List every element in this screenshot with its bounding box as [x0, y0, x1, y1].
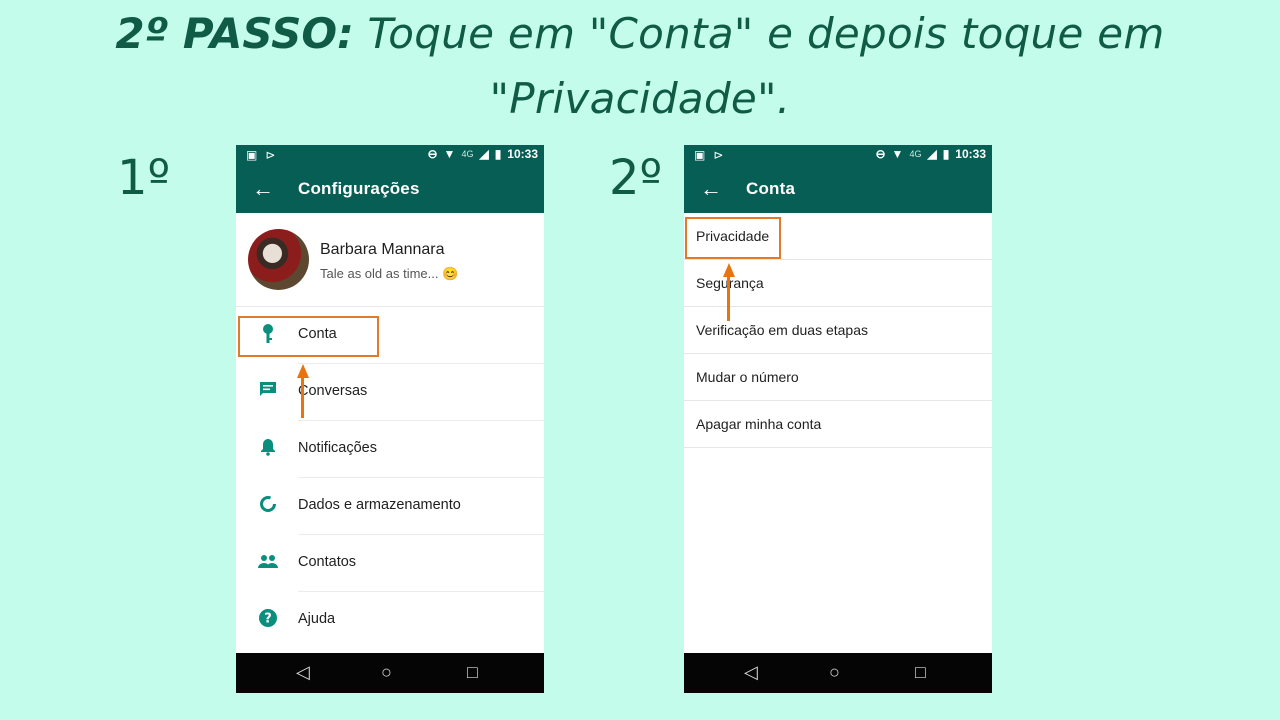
nav-home-icon[interactable]: ○ — [381, 661, 392, 683]
wifi-icon: ▼ — [443, 147, 456, 161]
instruction-text: Toque em "Conta" e depois toque em — [353, 9, 1165, 58]
account-item-apagar-conta[interactable]: Apagar minha conta — [684, 401, 992, 448]
profile-name: Barbara Mannara — [320, 241, 445, 258]
page-title: Conta — [746, 179, 796, 198]
help-icon: ? — [258, 609, 278, 629]
people-icon — [258, 552, 278, 572]
bell-icon — [258, 438, 278, 458]
nav-home-icon[interactable]: ○ — [829, 661, 840, 683]
app-bar: ← Conta — [684, 165, 992, 213]
wifi-icon: ▼ — [891, 147, 904, 161]
arrow-shaft — [301, 376, 304, 418]
settings-item-label: Conversas — [298, 383, 368, 399]
settings-item-dados[interactable]: Dados e armazenamento — [236, 478, 544, 535]
profile-row[interactable]: Barbara Mannara Tale as old as time... 😊 — [236, 215, 544, 307]
instruction-line-1: 2º PASSO: Toque em "Conta" e depois toqu… — [0, 6, 1280, 62]
dnd-icon: ⊖ — [427, 147, 438, 161]
settings-item-label: Ajuda — [298, 611, 336, 627]
profile-status: Tale as old as time... 😊 — [320, 266, 459, 281]
chat-icon — [258, 381, 278, 401]
battery-icon: ▮ — [494, 147, 502, 161]
battery-icon: ▮ — [942, 147, 950, 161]
clock: 10:33 — [507, 147, 538, 161]
settings-item-contatos[interactable]: Contatos — [236, 535, 544, 592]
data-usage-icon — [258, 495, 278, 515]
step-number-2: 2º — [609, 150, 663, 206]
dnd-icon: ⊖ — [875, 147, 886, 161]
back-arrow-icon[interactable]: ← — [700, 175, 722, 203]
account-item-mudar-numero[interactable]: Mudar o número — [684, 354, 992, 401]
account-item-label: Apagar minha conta — [696, 416, 822, 432]
status-bar: ▣ ⊳ ⊖ ▼ 4G ◢ ▮ 10:33 — [684, 145, 992, 165]
nav-back-icon[interactable]: ◁ — [744, 661, 758, 683]
avatar — [248, 229, 309, 290]
nav-recents-icon[interactable]: □ — [915, 661, 926, 683]
instruction-line-2: "Privacidade". — [0, 71, 1280, 127]
navigation-bar: ◁ ○ □ — [684, 653, 992, 693]
settings-item-ajuda[interactable]: ? Ajuda — [236, 592, 544, 649]
signal-icon: ◢ — [479, 147, 489, 161]
settings-item-label: Dados e armazenamento — [298, 497, 461, 513]
nav-recents-icon[interactable]: □ — [467, 661, 478, 683]
navigation-bar: ◁ ○ □ — [236, 653, 544, 693]
phone-screen-settings: ▣ ⊳ ⊖ ▼ 4G ◢ ▮ 10:33 ← Configurações Barb… — [236, 145, 544, 693]
highlight-conta — [238, 316, 379, 357]
settings-item-label: Notificações — [298, 440, 377, 456]
settings-item-conversas[interactable]: Conversas — [236, 364, 544, 421]
account-item-label: Verificação em duas etapas — [696, 322, 868, 338]
status-bar: ▣ ⊳ ⊖ ▼ 4G ◢ ▮ 10:33 — [236, 145, 544, 165]
image-notification-icon: ▣ — [246, 148, 258, 162]
network-type: 4G — [461, 149, 474, 159]
app-notification-icon: ⊳ — [713, 148, 724, 162]
app-bar: ← Configurações — [236, 165, 544, 213]
step-number-1: 1º — [117, 150, 171, 206]
account-item-verificacao[interactable]: Verificação em duas etapas — [684, 307, 992, 354]
back-arrow-icon[interactable]: ← — [252, 175, 274, 203]
settings-list: Barbara Mannara Tale as old as time... 😊… — [236, 215, 544, 649]
page-title: Configurações — [298, 179, 420, 198]
step-title-bold: 2º PASSO: — [115, 9, 354, 58]
highlight-privacidade — [685, 217, 781, 259]
network-type: 4G — [909, 149, 922, 159]
account-item-label: Mudar o número — [696, 369, 799, 385]
app-notification-icon: ⊳ — [265, 148, 276, 162]
svg-text:?: ? — [264, 612, 272, 627]
nav-back-icon[interactable]: ◁ — [296, 661, 310, 683]
clock: 10:33 — [955, 147, 986, 161]
instruction-text-2: "Privacidade". — [489, 74, 791, 123]
arrow-shaft — [727, 275, 730, 321]
image-notification-icon: ▣ — [694, 148, 706, 162]
signal-icon: ◢ — [927, 147, 937, 161]
settings-item-label: Contatos — [298, 554, 357, 570]
settings-item-notificacoes[interactable]: Notificações — [236, 421, 544, 478]
